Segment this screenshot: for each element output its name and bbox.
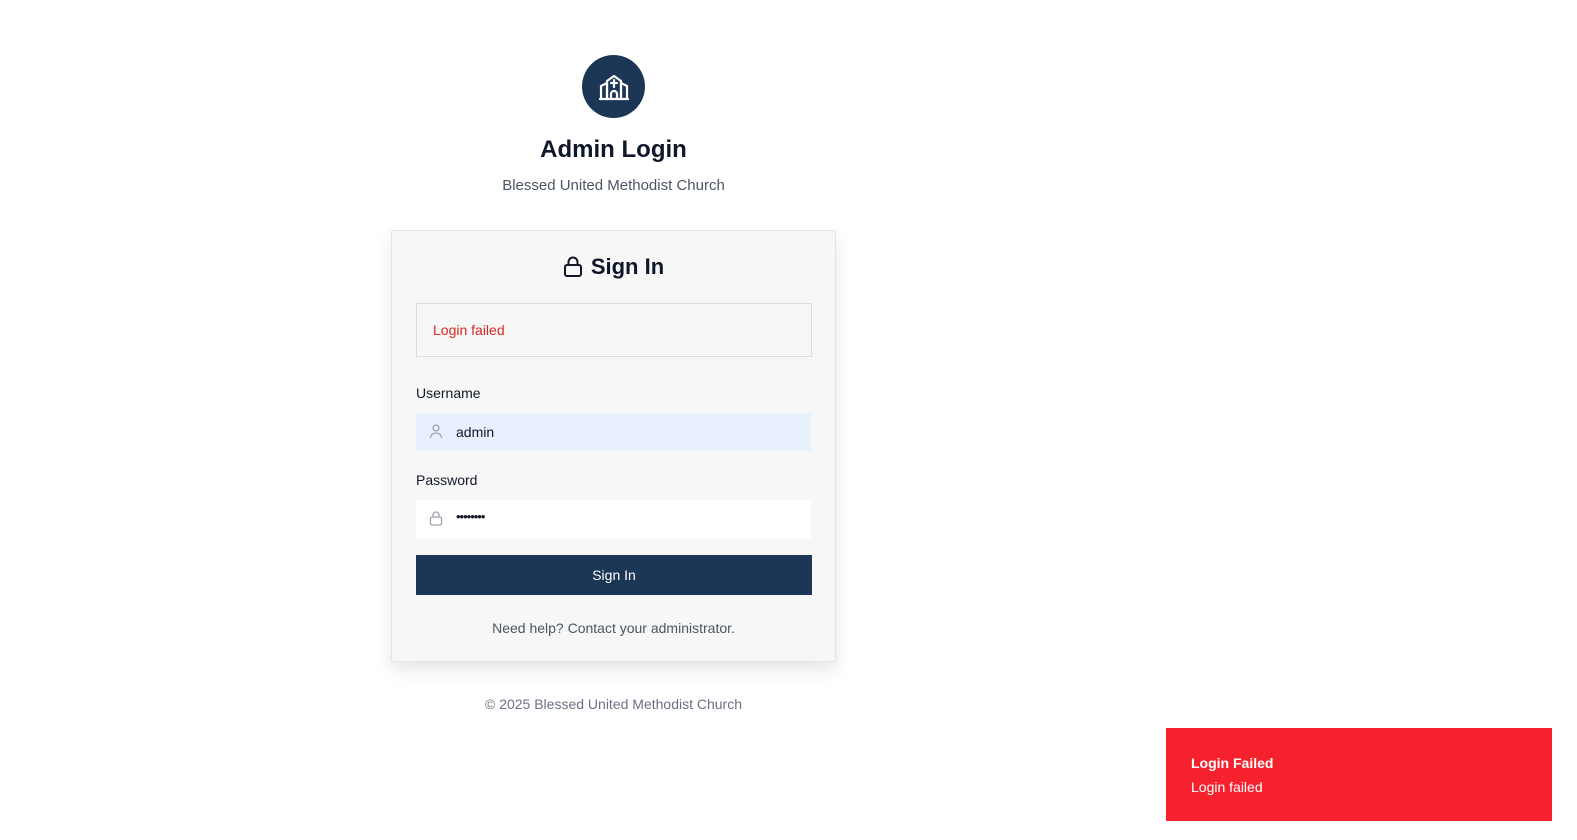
username-label: Username: [416, 385, 481, 401]
card-header: Sign In: [392, 251, 835, 283]
page-subtitle: Blessed United Methodist Church: [502, 177, 725, 194]
card-title: Sign In: [590, 254, 665, 279]
lock-icon: [563, 256, 582, 277]
church-logo: [582, 55, 645, 118]
error-message: Login failed: [416, 303, 812, 357]
sign-in-button[interactable]: Sign In: [416, 555, 812, 595]
username-field[interactable]: [416, 413, 811, 451]
church-icon: [598, 74, 629, 100]
toast-message: Login failed: [1191, 779, 1263, 795]
login-card: Sign In Login failed Username Password •…: [391, 230, 836, 662]
toast-title: Login Failed: [1191, 755, 1274, 771]
footer-copyright: © 2025 Blessed United Methodist Church: [484, 696, 742, 712]
page-title: Admin Login: [540, 136, 687, 163]
password-input[interactable]: ••••••••: [456, 509, 485, 524]
password-label: Password: [416, 472, 478, 488]
username-input[interactable]: [416, 413, 811, 451]
lock-icon: [429, 511, 443, 526]
user-icon: [429, 424, 443, 439]
error-toast[interactable]: Login Failed Login failed: [1166, 728, 1552, 821]
help-text: Need help? Contact your administrator.: [492, 620, 735, 636]
password-field[interactable]: ••••••••: [416, 500, 811, 538]
